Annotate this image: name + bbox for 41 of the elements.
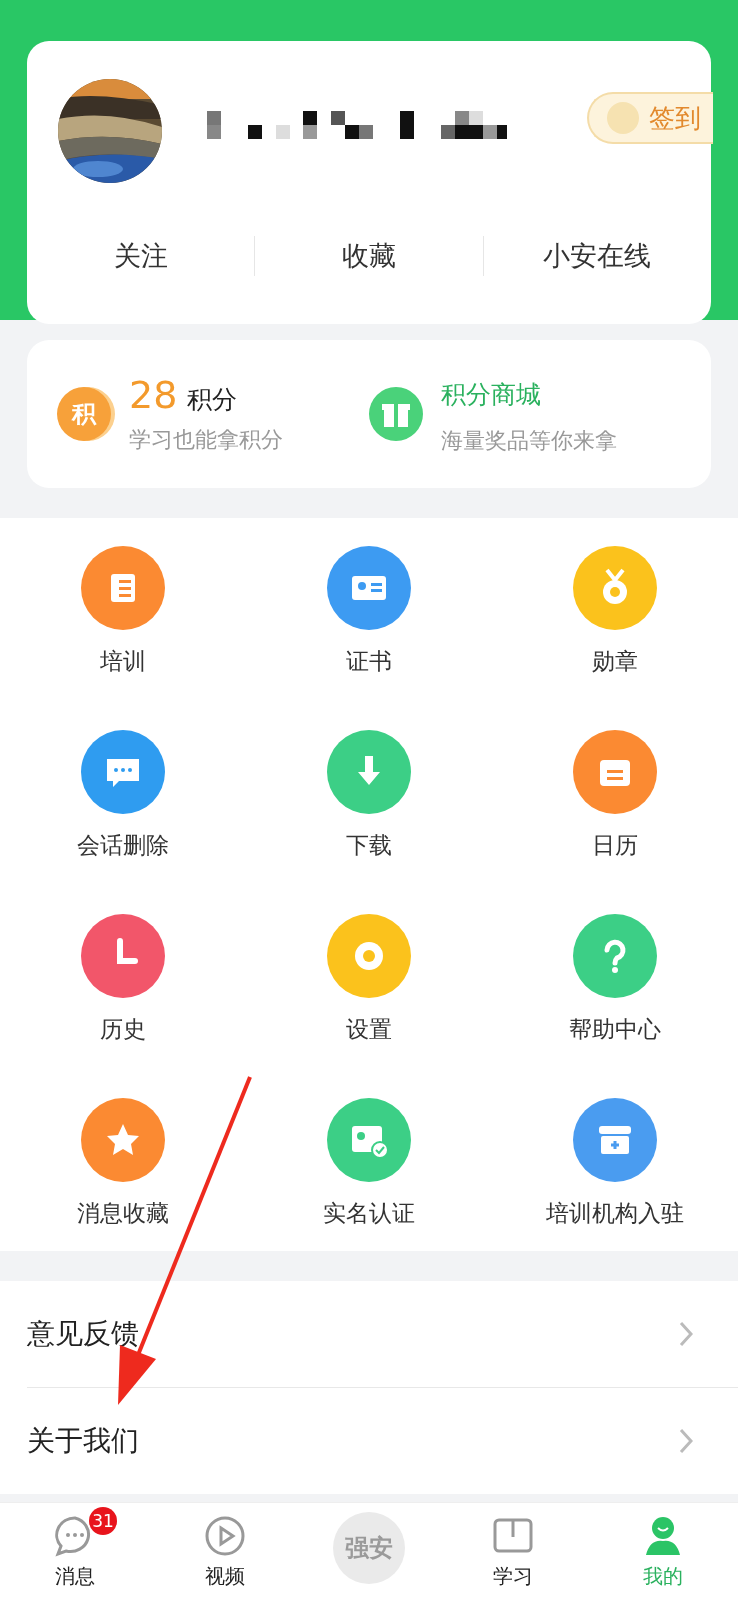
document-icon[interactable] — [81, 546, 165, 630]
list-item[interactable]: 关于我们 — [27, 1422, 139, 1460]
menu-item-label[interactable]: 证书 — [346, 646, 392, 677]
menu-item-label[interactable]: 下载 — [346, 830, 392, 861]
nav-tab[interactable]: 消息 31 — [0, 1503, 150, 1600]
store-icon[interactable] — [573, 1098, 657, 1182]
points-value: 28 — [129, 373, 178, 417]
clock-icon[interactable] — [81, 914, 165, 998]
id-card-icon[interactable] — [327, 546, 411, 630]
nav-tab[interactable]: 视频 — [150, 1503, 300, 1600]
list-item[interactable]: 意见反馈 — [27, 1315, 139, 1353]
chevron-right-icon — [679, 1428, 693, 1454]
profile-tab[interactable]: 小安在线 — [483, 238, 711, 274]
chat-icon[interactable] — [81, 730, 165, 814]
gift-icon — [369, 387, 423, 441]
settings-icon[interactable] — [327, 914, 411, 998]
menu-item-label[interactable]: 消息收藏 — [77, 1198, 169, 1229]
menu-item-label[interactable]: 勋章 — [592, 646, 638, 677]
menu-item-label[interactable]: 会话删除 — [77, 830, 169, 861]
profile-tab[interactable]: 关注 — [27, 238, 255, 274]
medal-icon[interactable] — [573, 546, 657, 630]
points-mall-subtitle: 海量奖品等你来拿 — [441, 427, 617, 455]
chevron-right-icon — [679, 1321, 693, 1347]
download-icon[interactable] — [327, 730, 411, 814]
play-icon — [204, 1515, 246, 1557]
menu-item-label[interactable]: 历史 — [100, 1014, 146, 1045]
help-icon[interactable] — [573, 914, 657, 998]
calendar-icon[interactable] — [573, 730, 657, 814]
unread-count: 31 — [89, 1507, 117, 1535]
menu-item-label[interactable]: 设置 — [346, 1014, 392, 1045]
menu-item-label[interactable]: 培训机构入驻 — [546, 1198, 684, 1229]
points-icon: 积 — [57, 387, 111, 441]
profile-tab[interactable]: 收藏 — [255, 238, 483, 274]
menu-item-label[interactable]: 实名认证 — [323, 1198, 415, 1229]
menu-item-label[interactable]: 日历 — [592, 830, 638, 861]
points-unit: 积分 — [187, 384, 238, 416]
points-subtitle: 学习也能拿积分 — [129, 426, 283, 454]
menu-item-label[interactable]: 帮助中心 — [569, 1014, 661, 1045]
menu-item-label[interactable]: 培训 — [100, 646, 146, 677]
id-check-icon[interactable] — [327, 1098, 411, 1182]
nav-tab[interactable]: 学习 — [438, 1503, 588, 1600]
